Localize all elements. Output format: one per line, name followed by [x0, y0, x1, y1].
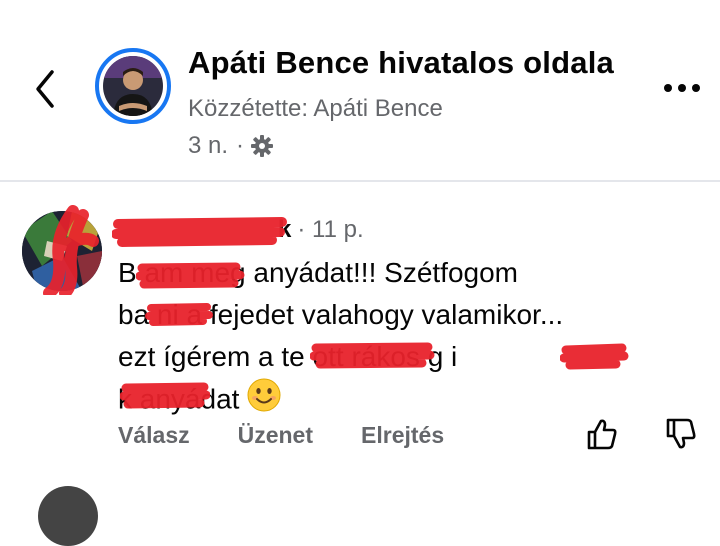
commenter-avatar[interactable]	[22, 211, 102, 291]
header-divider	[0, 180, 720, 182]
more-dot	[678, 84, 686, 92]
post-header: Apáti Bence hivatalos oldala Közzétette:…	[0, 0, 720, 180]
post-age[interactable]: 3 n.	[188, 132, 228, 160]
next-comment-avatar[interactable]	[38, 486, 98, 546]
time-value: 11 p.	[312, 216, 364, 243]
message-button[interactable]: Üzenet	[238, 422, 313, 449]
page-avatar[interactable]	[95, 48, 171, 124]
comment-line: ba ni a fejedet valahogy valamikor...	[118, 299, 564, 330]
page-avatar-photo	[103, 56, 163, 116]
meta-separator: ·	[236, 132, 245, 159]
chevron-left-icon	[36, 70, 54, 108]
posted-by-label[interactable]: Közzétette: Apáti Bence	[188, 95, 443, 123]
page-title[interactable]: Apáti Bence hivatalos oldala	[188, 45, 614, 81]
time-separator: ·	[297, 216, 306, 243]
dislike-button[interactable]	[664, 417, 698, 451]
more-options-button[interactable]	[664, 78, 704, 98]
gear-icon[interactable]	[250, 134, 274, 158]
post-meta: 3 n. ·	[188, 132, 274, 160]
comment-line-text: k anyádat	[118, 383, 240, 415]
comment-actions: Válasz Üzenet Elrejtés	[118, 420, 444, 450]
thumbs-down-icon	[666, 418, 696, 449]
author-visible-part: k	[278, 216, 292, 243]
reply-button[interactable]: Válasz	[118, 422, 190, 449]
comment-body: B am meg anyádat!!! Szétfogom ba ni a fe…	[118, 252, 688, 420]
back-button[interactable]	[28, 64, 62, 114]
more-dot	[664, 84, 672, 92]
comment-time[interactable]: · 11 p.	[297, 216, 363, 244]
more-dot	[692, 84, 700, 92]
smiling-face-icon	[247, 378, 281, 424]
like-button[interactable]	[585, 417, 619, 451]
comment-line-last: k anyádat	[118, 378, 688, 420]
comment-line: ezt ígérem a te ott rákos g i	[118, 341, 458, 372]
hide-button[interactable]: Elrejtés	[361, 422, 444, 449]
thumbs-up-icon	[587, 419, 617, 450]
comment-header: k · 11 p.	[118, 214, 364, 246]
comment-author[interactable]: k	[118, 216, 291, 244]
comment-line: B am meg anyádat!!! Szétfogom	[118, 257, 518, 288]
